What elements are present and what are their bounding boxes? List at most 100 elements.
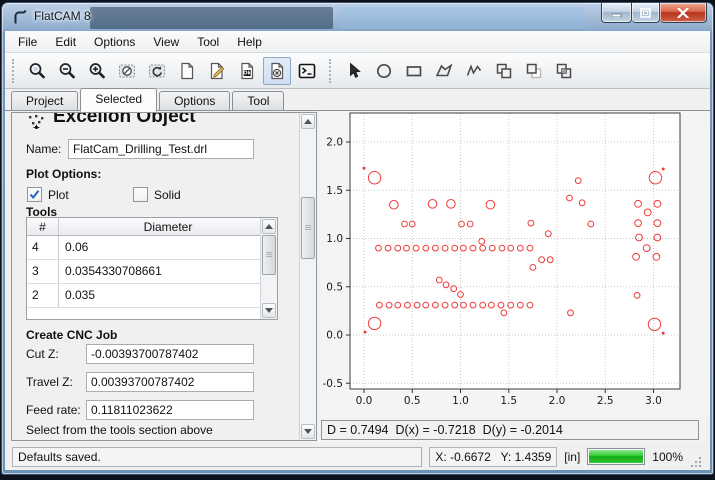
- menu-tool[interactable]: Tool: [188, 33, 228, 51]
- geo-intersect-icon: [554, 61, 574, 81]
- tool-row-3[interactable]: 30.0354330708661: [27, 260, 277, 284]
- delete-object-button[interactable]: [263, 57, 291, 85]
- geo-union-button[interactable]: [490, 57, 518, 85]
- progress-fill: [589, 450, 643, 463]
- name-input[interactable]: [68, 139, 254, 159]
- cnc-fields: Cut Z:Travel Z:Feed rate:: [26, 344, 286, 428]
- open-project-button[interactable]: [203, 57, 231, 85]
- cnc-field-input-2[interactable]: [86, 400, 254, 420]
- svg-text:1.0: 1.0: [452, 395, 469, 407]
- tab-options[interactable]: Options: [159, 91, 230, 111]
- svg-text:0.0: 0.0: [326, 330, 343, 342]
- select-pointer-button[interactable]: [340, 57, 368, 85]
- client-area: FileEditOptionsViewToolHelp Ok ProjectSe…: [5, 31, 710, 470]
- close-button[interactable]: [660, 3, 707, 23]
- checkbox-plot[interactable]: Plot: [27, 187, 133, 202]
- tool-row-2[interactable]: 20.035: [27, 284, 277, 308]
- table-scroll-up-button[interactable]: [262, 219, 276, 234]
- table-scrollbar[interactable]: [260, 218, 277, 319]
- geo-subtract-button[interactable]: [520, 57, 548, 85]
- menu-edit[interactable]: Edit: [46, 33, 85, 51]
- solid-checkbox-box[interactable]: [133, 187, 148, 202]
- delete-object-icon: [267, 61, 287, 81]
- excellon-drill-icon: [27, 115, 45, 132]
- scroll-up-button[interactable]: [301, 114, 315, 129]
- clear-plot-button[interactable]: [113, 57, 141, 85]
- tool-number-cell: 3: [27, 260, 59, 283]
- draw-polyline-button[interactable]: [460, 57, 488, 85]
- cnc-field-input-0[interactable]: [86, 344, 254, 364]
- save-ok-icon: Ok: [237, 61, 257, 81]
- plot-options-label: Plot Options:: [26, 167, 101, 181]
- svg-text:1.5: 1.5: [326, 185, 343, 197]
- window-title: FlatCAM 8: [34, 9, 91, 23]
- toolbar-handle[interactable]: [12, 59, 17, 83]
- plot-canvas[interactable]: 0.00.51.01.52.02.53.0-0.50.00.51.01.52.0: [321, 111, 710, 417]
- tool-row-4[interactable]: 40.06: [27, 236, 277, 260]
- plot-panel: 0.00.51.01.52.02.53.0-0.50.00.51.01.52.0…: [319, 111, 706, 442]
- draw-circle-button[interactable]: [370, 57, 398, 85]
- draw-polyline-icon: [464, 61, 484, 81]
- tool-number-cell: 4: [27, 236, 59, 259]
- zoom-in-button[interactable]: [83, 57, 111, 85]
- toolbar: Ok: [5, 53, 710, 89]
- toolbar-handle[interactable]: [329, 59, 334, 83]
- table-scrollbar-thumb[interactable]: [262, 235, 276, 275]
- menu-help[interactable]: Help: [228, 33, 271, 51]
- zoom-out-button[interactable]: [53, 57, 81, 85]
- draw-polygon-button[interactable]: [430, 57, 458, 85]
- menu-options[interactable]: Options: [85, 33, 144, 51]
- plot-checkboxes: Plot Solid: [27, 187, 286, 202]
- replot-button[interactable]: [143, 57, 171, 85]
- maximize-button[interactable]: [632, 3, 660, 23]
- distance-readout: D = 0.7494 D(x) = -0.7218 D(y) = -0.2014: [321, 420, 699, 440]
- tab-selected[interactable]: Selected: [80, 88, 157, 112]
- plot-checkbox-box[interactable]: [27, 187, 42, 202]
- menu-view[interactable]: View: [144, 33, 188, 51]
- background-glass-patch-dark: [90, 7, 333, 29]
- tools-table[interactable]: #Diameter40.0630.035433070866120.035: [26, 217, 278, 320]
- new-project-button[interactable]: [173, 57, 201, 85]
- main-area: Excellon Object Name: Plot Options: Plot…: [5, 111, 710, 442]
- save-ok-button[interactable]: Ok: [233, 57, 261, 85]
- resize-grip-icon[interactable]: [690, 456, 703, 469]
- open-project-icon: [207, 61, 227, 81]
- checkbox-solid[interactable]: Solid: [133, 187, 181, 202]
- status-bar: Defaults saved. X: -0.6672 Y: 1.4359 [in…: [5, 442, 710, 470]
- draw-rectangle-button[interactable]: [400, 57, 428, 85]
- panel-scrollbar[interactable]: [299, 113, 316, 440]
- scroll-down-button[interactable]: [301, 424, 315, 439]
- cnc-job-label: Create CNC Job: [26, 328, 117, 342]
- tool-number-cell: 2: [27, 284, 59, 307]
- units-label: [in]: [564, 450, 580, 464]
- draw-rectangle-icon: [404, 61, 424, 81]
- svg-text:3.0: 3.0: [645, 395, 662, 407]
- shell-button[interactable]: [293, 57, 321, 85]
- cursor-coordinates: X: -0.6672 Y: 1.4359: [429, 447, 557, 467]
- svg-text:0.0: 0.0: [356, 395, 373, 407]
- table-scroll-down-button[interactable]: [262, 303, 276, 318]
- column-header-num: #: [27, 218, 59, 235]
- draw-circle-icon: [374, 61, 394, 81]
- object-title: Excellon Object: [53, 113, 292, 128]
- minimize-button[interactable]: [601, 3, 632, 23]
- scrollbar-thumb[interactable]: [301, 197, 315, 259]
- column-header-diameter: Diameter: [59, 218, 277, 235]
- object-header: Excellon Object: [25, 113, 292, 132]
- svg-text:Ok: Ok: [243, 70, 252, 76]
- svg-text:1.5: 1.5: [500, 395, 517, 407]
- geo-intersect-button[interactable]: [550, 57, 578, 85]
- geo-subtract-icon: [524, 61, 544, 81]
- cnc-field-input-1[interactable]: [86, 372, 254, 392]
- tool-diameter-cell: 0.035: [59, 284, 277, 307]
- title-bar[interactable]: FlatCAM 8: [2, 3, 713, 31]
- svg-text:1.0: 1.0: [326, 233, 343, 245]
- app-window: FlatCAM 8 FileEditOptionsViewToolHelp Ok…: [2, 3, 713, 474]
- tab-project[interactable]: Project: [11, 91, 78, 111]
- cnc-field-label: Travel Z:: [26, 375, 86, 389]
- tab-tool[interactable]: Tool: [232, 91, 284, 111]
- scatter-plot-svg[interactable]: 0.00.51.01.52.02.53.0-0.50.00.51.01.52.0: [321, 111, 710, 417]
- zoom-fit-button[interactable]: [23, 57, 51, 85]
- menu-file[interactable]: File: [9, 33, 46, 51]
- checkbox-label: Solid: [154, 188, 181, 202]
